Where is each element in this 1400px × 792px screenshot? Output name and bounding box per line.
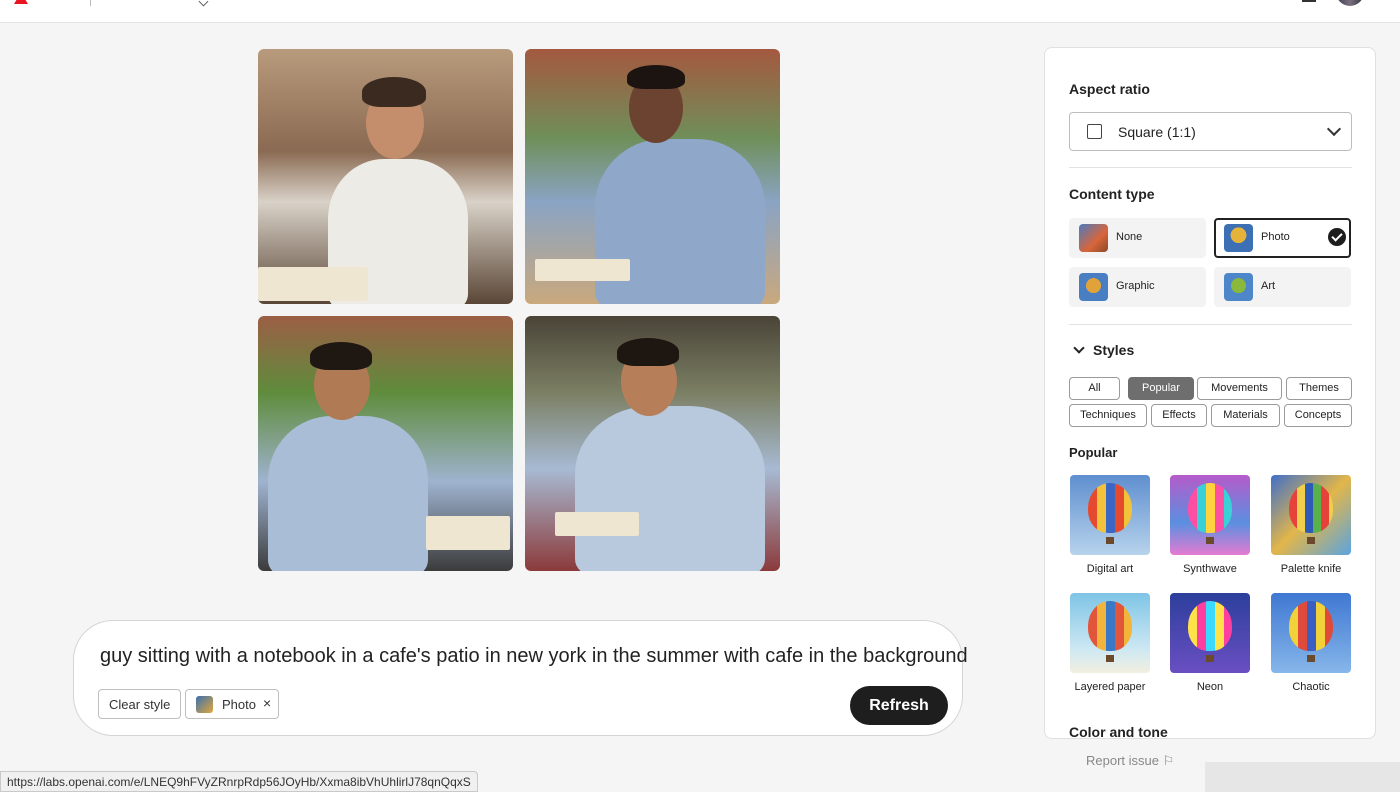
style-label: Digital art [1086, 563, 1134, 575]
style-chaotic[interactable] [1271, 593, 1351, 673]
filter-effects[interactable]: Effects [1151, 404, 1207, 427]
content-type-title: Content type [1069, 186, 1155, 202]
style-label: Chaotic [1292, 681, 1330, 693]
hair-shape [627, 65, 685, 89]
chevron-down-icon [1326, 121, 1342, 137]
style-label: Layered paper [1074, 681, 1146, 693]
content-type-art[interactable]: Art [1214, 267, 1351, 307]
balloon-icon [1289, 601, 1333, 651]
content-type-graphic[interactable]: Graphic [1069, 267, 1206, 307]
filter-movements[interactable]: Movements [1197, 377, 1282, 400]
figure-shape [575, 406, 765, 571]
close-icon[interactable]: × [263, 695, 271, 711]
content-type-label: Photo [1261, 231, 1290, 243]
report-issue-link[interactable]: Report issue ⚐ [1086, 753, 1174, 769]
generated-image-1[interactable] [258, 49, 513, 304]
divider [1069, 167, 1352, 168]
chevron-down-icon[interactable] [198, 0, 209, 7]
balloon-icon [1289, 483, 1333, 533]
notebook-shape [426, 516, 510, 550]
filter-concepts[interactable]: Concepts [1284, 404, 1352, 427]
balloon-icon [1188, 483, 1232, 533]
photo-thumb-icon [1224, 224, 1253, 252]
photo-thumb-icon [196, 696, 213, 713]
graphic-thumb-icon [1079, 273, 1108, 301]
content-type-label: Graphic [1116, 280, 1155, 292]
balloon-icon [1088, 601, 1132, 651]
aspect-ratio-title: Aspect ratio [1069, 81, 1150, 97]
generated-image-3[interactable] [258, 316, 513, 571]
top-bar [0, 0, 1400, 23]
filter-all[interactable]: All [1069, 377, 1120, 400]
clear-style-button[interactable]: Clear style [98, 689, 182, 719]
filter-materials[interactable]: Materials [1211, 404, 1280, 427]
content-type-label: None [1116, 231, 1143, 243]
style-synthwave[interactable] [1170, 475, 1250, 555]
figure-shape [268, 416, 428, 571]
styles-title: Styles [1093, 342, 1135, 358]
style-digital-art[interactable] [1070, 475, 1150, 555]
hair-shape [310, 342, 372, 370]
basket-shape [1106, 537, 1114, 544]
square-icon [1087, 124, 1102, 139]
prompt-text[interactable]: guy sitting with a notebook in a cafe's … [100, 645, 968, 668]
style-neon[interactable] [1170, 593, 1250, 673]
aspect-ratio-value: Square (1:1) [1118, 124, 1196, 140]
basket-shape [1106, 655, 1114, 662]
divider [1069, 324, 1352, 325]
style-label: Neon [1196, 681, 1224, 693]
footer-strip [1205, 762, 1400, 792]
notebook-shape [555, 512, 639, 536]
filter-popular[interactable]: Popular [1128, 377, 1194, 400]
hair-shape [617, 338, 679, 366]
style-layered-paper[interactable] [1070, 593, 1150, 673]
art-thumb-icon [1224, 273, 1253, 301]
settings-panel: Aspect ratio Square (1:1) Content type N… [1044, 47, 1376, 739]
balloon-icon [1088, 483, 1132, 533]
basket-shape [1307, 655, 1315, 662]
aspect-ratio-select[interactable]: Square (1:1) [1069, 112, 1352, 151]
style-label: Synthwave [1183, 563, 1237, 575]
chevron-down-icon [1073, 342, 1085, 354]
generated-image-2[interactable] [525, 49, 780, 304]
prompt-box[interactable]: guy sitting with a notebook in a cafe's … [73, 620, 968, 736]
basket-shape [1206, 655, 1214, 662]
notebook-shape [535, 259, 630, 281]
topbar-divider [90, 0, 91, 6]
generated-image-4[interactable] [525, 316, 780, 571]
content-type-photo[interactable]: Photo [1214, 218, 1351, 258]
balloon-icon [1188, 601, 1232, 651]
popular-title: Popular [1069, 445, 1118, 460]
generated-images-grid [258, 49, 780, 571]
chip-label: Photo [222, 697, 256, 712]
style-label: Palette knife [1280, 563, 1342, 575]
refresh-button[interactable]: Refresh [850, 686, 948, 725]
color-tone-title[interactable]: Color and tone [1069, 724, 1168, 738]
status-bar-url: https://labs.openai.com/e/LNEQ9hFVyZRnrp… [0, 771, 478, 792]
filter-techniques[interactable]: Techniques [1069, 404, 1147, 427]
styles-toggle[interactable]: Styles [1073, 342, 1134, 358]
checkmark-icon [1328, 228, 1346, 246]
style-chip-photo[interactable]: Photo × [185, 689, 279, 719]
avatar[interactable] [1336, 0, 1364, 6]
none-thumb-icon [1079, 224, 1108, 252]
content-type-none[interactable]: None [1069, 218, 1206, 258]
basket-shape [1307, 537, 1315, 544]
notebook-shape [258, 267, 368, 301]
adobe-logo-icon[interactable] [14, 0, 28, 4]
hair-shape [362, 77, 426, 107]
menu-icon[interactable] [1302, 0, 1316, 2]
basket-shape [1206, 537, 1214, 544]
style-palette-knife[interactable] [1271, 475, 1351, 555]
filter-themes[interactable]: Themes [1286, 377, 1352, 400]
content-type-label: Art [1261, 280, 1276, 292]
